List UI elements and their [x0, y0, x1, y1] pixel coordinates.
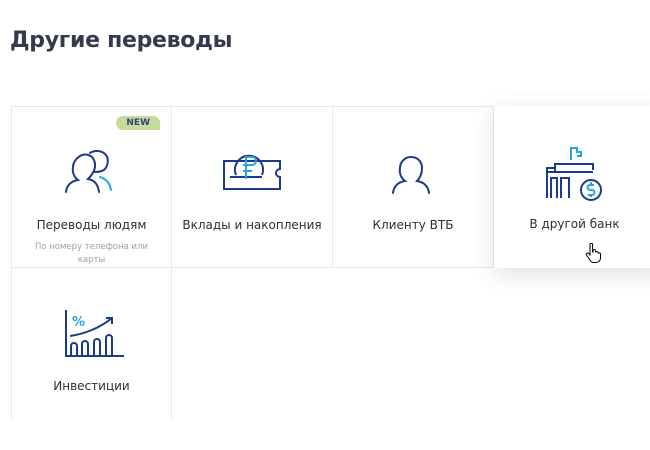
tile-vtb-client[interactable]: Клиенту ВТБ	[333, 106, 494, 268]
investment-chart-icon: %	[12, 308, 171, 368]
new-badge: NEW	[116, 116, 160, 130]
svg-text:%: %	[72, 315, 85, 330]
tile-people-transfer[interactable]: NEW Переводы людям По номеру телефона ил…	[11, 106, 172, 268]
tile-label: Переводы людям	[36, 218, 147, 232]
ruble-deposit-icon	[172, 147, 332, 207]
tile-label: В другой банк	[529, 217, 620, 231]
bank-dollar-icon	[485, 146, 650, 206]
tile-label: Клиенту ВТБ	[372, 218, 454, 232]
tile-other-bank[interactable]: В другой банк	[494, 106, 650, 268]
tile-investments[interactable]: % Инвестиции	[11, 268, 172, 418]
person-icon	[333, 147, 493, 207]
tile-label: Вклады и накопления	[182, 218, 322, 232]
tile-label: Инвестиции	[53, 379, 130, 393]
tile-subtitle: По номеру телефона или карты	[34, 242, 149, 265]
tile-deposits[interactable]: Вклады и накопления	[172, 106, 333, 268]
page-title: Другие переводы	[10, 28, 233, 53]
hand-cursor-icon	[585, 242, 601, 267]
people-icon	[12, 147, 171, 207]
